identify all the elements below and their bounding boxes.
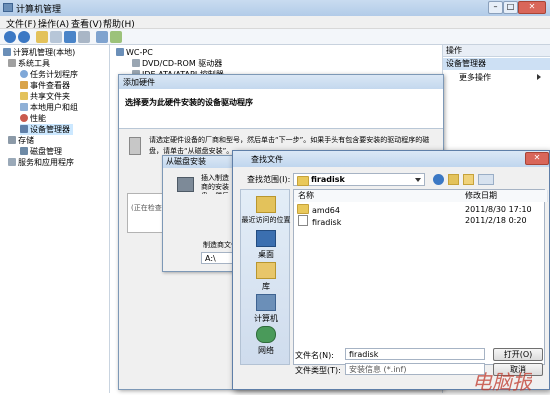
- menu-bar: 文件(F) 操作(A) 查看(V) 帮助(H): [0, 16, 550, 30]
- users-icon: [20, 103, 28, 111]
- copy-from-field[interactable]: A:\: [201, 252, 235, 264]
- place-network[interactable]: 网络: [241, 326, 291, 356]
- performance-icon: [20, 114, 28, 122]
- minimize-button[interactable]: –: [488, 1, 503, 14]
- file-row[interactable]: amd64 2011/8/30 17:10: [294, 204, 544, 215]
- libraries-icon: [256, 262, 276, 279]
- tree-item-performance[interactable]: 性能: [20, 113, 46, 124]
- file-row[interactable]: firadisk 2011/2/18 0:20: [294, 215, 544, 227]
- view-menu-icon[interactable]: [478, 174, 494, 185]
- column-header-modified[interactable]: 修改日期: [462, 190, 548, 202]
- tree-item-disk-management[interactable]: 磁盘管理: [20, 146, 62, 157]
- scan-icon[interactable]: [96, 31, 108, 43]
- device-computer-node[interactable]: WC-PC: [116, 47, 153, 58]
- disk-icon: [20, 147, 28, 155]
- place-recent[interactable]: 最近访问的位置: [241, 196, 291, 225]
- actions-selected-item[interactable]: 设备管理器: [443, 58, 550, 70]
- filename-label: 文件名(N):: [295, 351, 334, 360]
- more-actions-arrow-icon: [537, 74, 541, 80]
- properties-icon[interactable]: [78, 31, 90, 43]
- device-manager-icon: [20, 125, 28, 133]
- look-in-label: 查找范围(I):: [247, 175, 291, 184]
- storage-icon: [8, 136, 16, 144]
- desktop-icon: [256, 230, 276, 247]
- more-actions-link[interactable]: 更多操作: [459, 72, 491, 83]
- tree-item-system-tools[interactable]: 系统工具: [8, 58, 50, 69]
- tree-item-root[interactable]: 计算机管理(本地): [3, 47, 75, 58]
- look-in-value: firadisk: [311, 175, 345, 184]
- filename-field[interactable]: firadisk: [345, 348, 485, 360]
- services-icon: [8, 158, 16, 166]
- wizard-title-bar: 添加硬件: [119, 75, 443, 89]
- event-viewer-icon: [20, 81, 28, 89]
- checking-status-text: (正在检查: [131, 204, 162, 212]
- filetype-label: 文件类型(T):: [295, 366, 341, 375]
- device-dvd-node[interactable]: DVD/CD-ROM 驱动器: [132, 58, 222, 69]
- dvd-drive-icon: [132, 59, 140, 67]
- computer-icon: [256, 294, 276, 311]
- file-name: firadisk: [312, 218, 342, 227]
- tree-toggle-icon[interactable]: [50, 31, 62, 43]
- tree-item-task-scheduler[interactable]: 任务计划程序: [20, 69, 78, 80]
- chevron-down-icon: [415, 178, 421, 182]
- inf-file-icon: [298, 215, 308, 226]
- copy-from-label: 制造商文件复制来源:: [203, 241, 235, 249]
- tree-item-event-viewer[interactable]: 事件查看器: [20, 80, 70, 91]
- main-title-bar: 计算机管理 – □ ✕: [0, 0, 550, 16]
- maximize-button[interactable]: □: [503, 1, 518, 14]
- tools-icon: [8, 59, 16, 67]
- main-window-title: 计算机管理: [16, 5, 62, 15]
- folder-icon: [297, 176, 309, 186]
- look-in-select[interactable]: firadisk: [293, 173, 425, 186]
- shared-folder-icon: [20, 92, 28, 100]
- disk-instruction: 插入制造商的安装盘，然后确定已在下面选定正确的驱动器。: [201, 174, 229, 194]
- find-dialog-title-bar: 查找文件 ✕: [233, 151, 549, 167]
- recent-places-icon: [256, 196, 276, 213]
- place-libraries[interactable]: 库: [241, 262, 291, 292]
- network-icon: [256, 326, 276, 343]
- wizard-title: 添加硬件: [123, 78, 155, 87]
- console-tree: 计算机管理(本地) 系统工具 任务计划程序 事件查看器 共享文件夹 本地用户和组…: [0, 45, 110, 393]
- file-modified: 2011/2/18 0:20: [465, 216, 527, 225]
- computer-icon: [3, 48, 11, 56]
- places-bar: 最近访问的位置 桌面 库 计算机 网络: [240, 189, 291, 365]
- floppy-disk-icon: [177, 177, 194, 192]
- folder-icon: [297, 204, 309, 214]
- tree-item-local-users[interactable]: 本地用户和组: [20, 102, 78, 113]
- wizard-heading: 选择要为此硬件安装的设备驱动程序: [125, 98, 253, 107]
- close-button[interactable]: ✕: [518, 1, 546, 14]
- back-arrow-icon[interactable]: [4, 31, 16, 43]
- hardware-icon: [129, 137, 141, 155]
- find-file-dialog: 查找文件 ✕ 查找范围(I): firadisk 最近访问的位置 桌面 库 计算…: [232, 150, 550, 390]
- tree-item-storage[interactable]: 存储: [8, 135, 34, 146]
- tree-item-services-apps[interactable]: 服务和应用程序: [8, 157, 74, 168]
- watermark: 电脑报: [472, 370, 532, 394]
- file-name: amd64: [312, 206, 340, 215]
- open-button[interactable]: 打开(O): [493, 348, 543, 361]
- file-modified: 2011/8/30 17:10: [465, 205, 532, 214]
- computer-management-icon: [3, 3, 13, 12]
- computer-icon: [116, 48, 124, 56]
- clock-icon: [20, 70, 28, 78]
- actions-header: 操作: [443, 45, 550, 57]
- place-computer[interactable]: 计算机: [241, 294, 291, 324]
- find-dialog-title: 查找文件: [251, 155, 283, 164]
- up-folder-icon[interactable]: [36, 31, 48, 43]
- wizard-header: 选择要为此硬件安装的设备驱动程序: [119, 89, 443, 129]
- refresh-icon[interactable]: [110, 31, 122, 43]
- up-folder-icon[interactable]: [448, 174, 459, 185]
- back-icon[interactable]: [433, 174, 444, 185]
- file-list: 名称 修改日期 amd64 2011/8/30 17:10 firadisk 2…: [293, 189, 548, 365]
- tree-item-shared-folders[interactable]: 共享文件夹: [20, 91, 70, 102]
- tree-item-device-manager[interactable]: 设备管理器: [20, 124, 73, 135]
- new-folder-icon[interactable]: [463, 174, 474, 185]
- help-icon[interactable]: [64, 31, 76, 43]
- filetype-select[interactable]: 安装信息 (*.inf): [345, 363, 485, 375]
- place-desktop[interactable]: 桌面: [241, 230, 291, 260]
- find-dialog-close-button[interactable]: ✕: [525, 152, 549, 165]
- column-header-name[interactable]: 名称: [294, 190, 467, 202]
- toolbar: [0, 29, 550, 45]
- forward-arrow-icon[interactable]: [18, 31, 30, 43]
